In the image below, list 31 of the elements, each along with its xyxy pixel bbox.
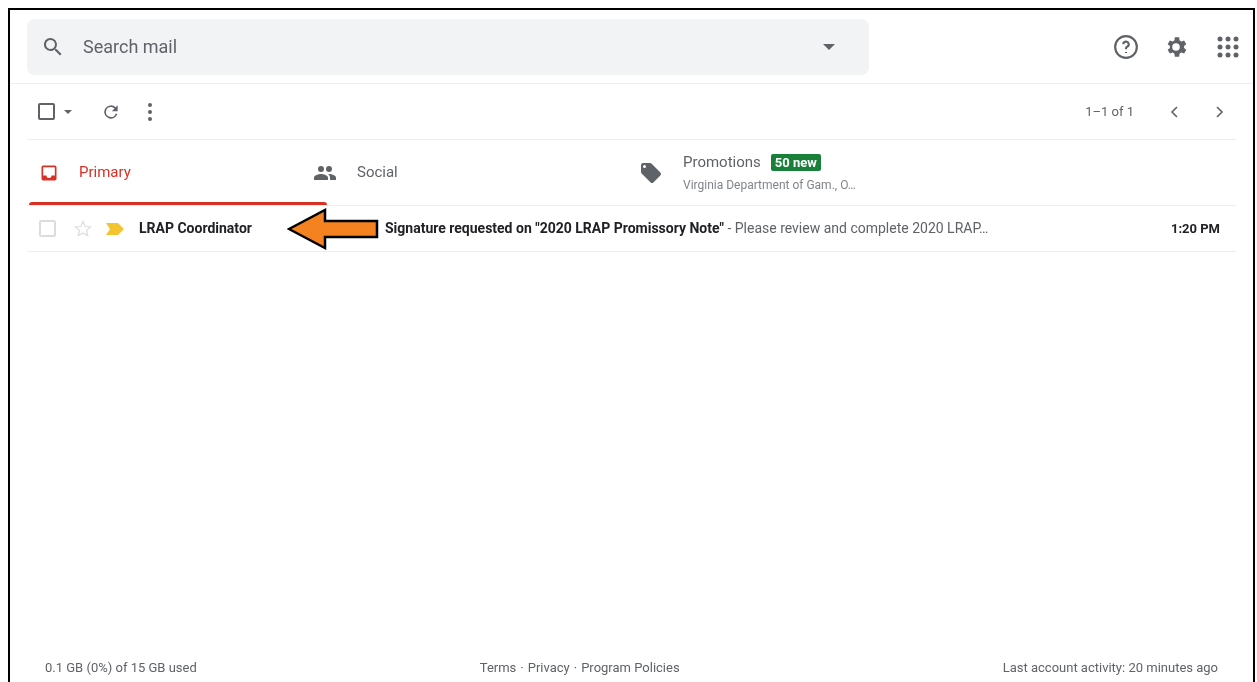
search-bar[interactable]: Search mail (27, 18, 869, 75)
new-count-badge: 50 new (770, 154, 821, 171)
caret-icon[interactable] (64, 109, 72, 114)
tag-icon (639, 160, 663, 185)
dropdown-icon[interactable] (823, 43, 835, 50)
sender-name: LRAP Coordinator (139, 219, 253, 238)
chevron-right-icon[interactable] (1216, 105, 1224, 118)
storage-usage-text: 0.1 GB (0%) of 15 GB used (45, 659, 197, 678)
account-activity-text: Last account activity: 20 minutes ago (1002, 659, 1218, 678)
category-tab[interactable]: Promotions 50 new Virginia Department of Gam., O… (627, 140, 967, 205)
star-icon[interactable] (73, 218, 93, 239)
separator-dot: · (573, 659, 578, 678)
more-icon[interactable] (148, 102, 152, 121)
row-checkbox[interactable] (39, 220, 56, 237)
footer-link[interactable]: Privacy (527, 658, 570, 678)
footer-link[interactable]: Terms (479, 658, 517, 678)
separator-dot: · (520, 659, 524, 678)
search-field[interactable]: Search mail (83, 33, 823, 60)
email-preview: Signature requested on "2020 LRAP Promissory Note" - Please review and complete 2020 LRAP… (385, 219, 990, 238)
email-time: 1:20 PM (1170, 219, 1220, 238)
help-icon[interactable] (1113, 33, 1139, 60)
tab-label: Social (357, 162, 398, 184)
chevron-left-icon[interactable] (1170, 105, 1178, 118)
pagination-text: 1–1 of 1 (1085, 102, 1134, 121)
apps-grid-icon[interactable] (1217, 35, 1239, 58)
tab-subtitle: Virginia Department of Gam., O… (683, 176, 856, 194)
select-all-checkbox[interactable] (38, 103, 55, 120)
tab-label: Primary (79, 162, 131, 184)
importance-marker-icon[interactable] (106, 222, 124, 235)
tab-label: Promotions (683, 152, 761, 174)
footer-link[interactable]: Program Policies (581, 658, 680, 678)
